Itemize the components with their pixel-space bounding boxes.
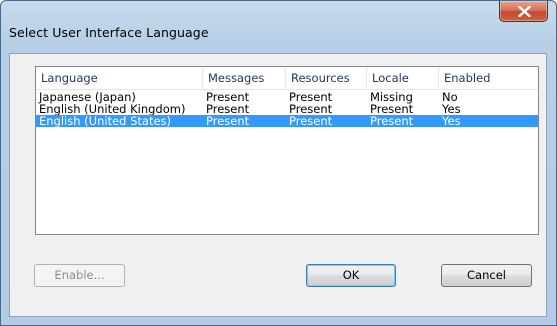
window-title: Select User Interface Language — [9, 25, 209, 40]
column-header-language[interactable]: Language — [36, 67, 203, 89]
column-header-resources[interactable]: Resources — [286, 67, 367, 89]
list-item-selected[interactable]: English (United States) Present Present … — [36, 115, 538, 127]
language-list[interactable]: Language Messages Resources Locale Enabl… — [35, 66, 539, 235]
dialog-client-area: Language Messages Resources Locale Enabl… — [9, 53, 547, 317]
column-header-locale[interactable]: Locale — [367, 67, 439, 89]
ok-button[interactable]: OK — [306, 264, 396, 287]
close-button[interactable] — [499, 1, 548, 22]
close-icon — [518, 6, 531, 17]
cancel-button[interactable]: Cancel — [441, 264, 532, 287]
list-body: Japanese (Japan) Present Present Missing… — [36, 91, 538, 127]
dialog-window: Select User Interface Language Language … — [0, 0, 557, 326]
enable-button[interactable]: Enable... — [34, 264, 125, 287]
column-header-enabled[interactable]: Enabled — [439, 67, 538, 89]
messages-cell: Present — [206, 114, 250, 128]
column-header-messages[interactable]: Messages — [203, 67, 286, 89]
enabled-cell: Yes — [442, 114, 461, 128]
list-header: Language Messages Resources Locale Enabl… — [36, 67, 538, 90]
resources-cell: Present — [289, 114, 333, 128]
language-cell: English (United States) — [39, 114, 172, 128]
locale-cell: Present — [370, 114, 414, 128]
